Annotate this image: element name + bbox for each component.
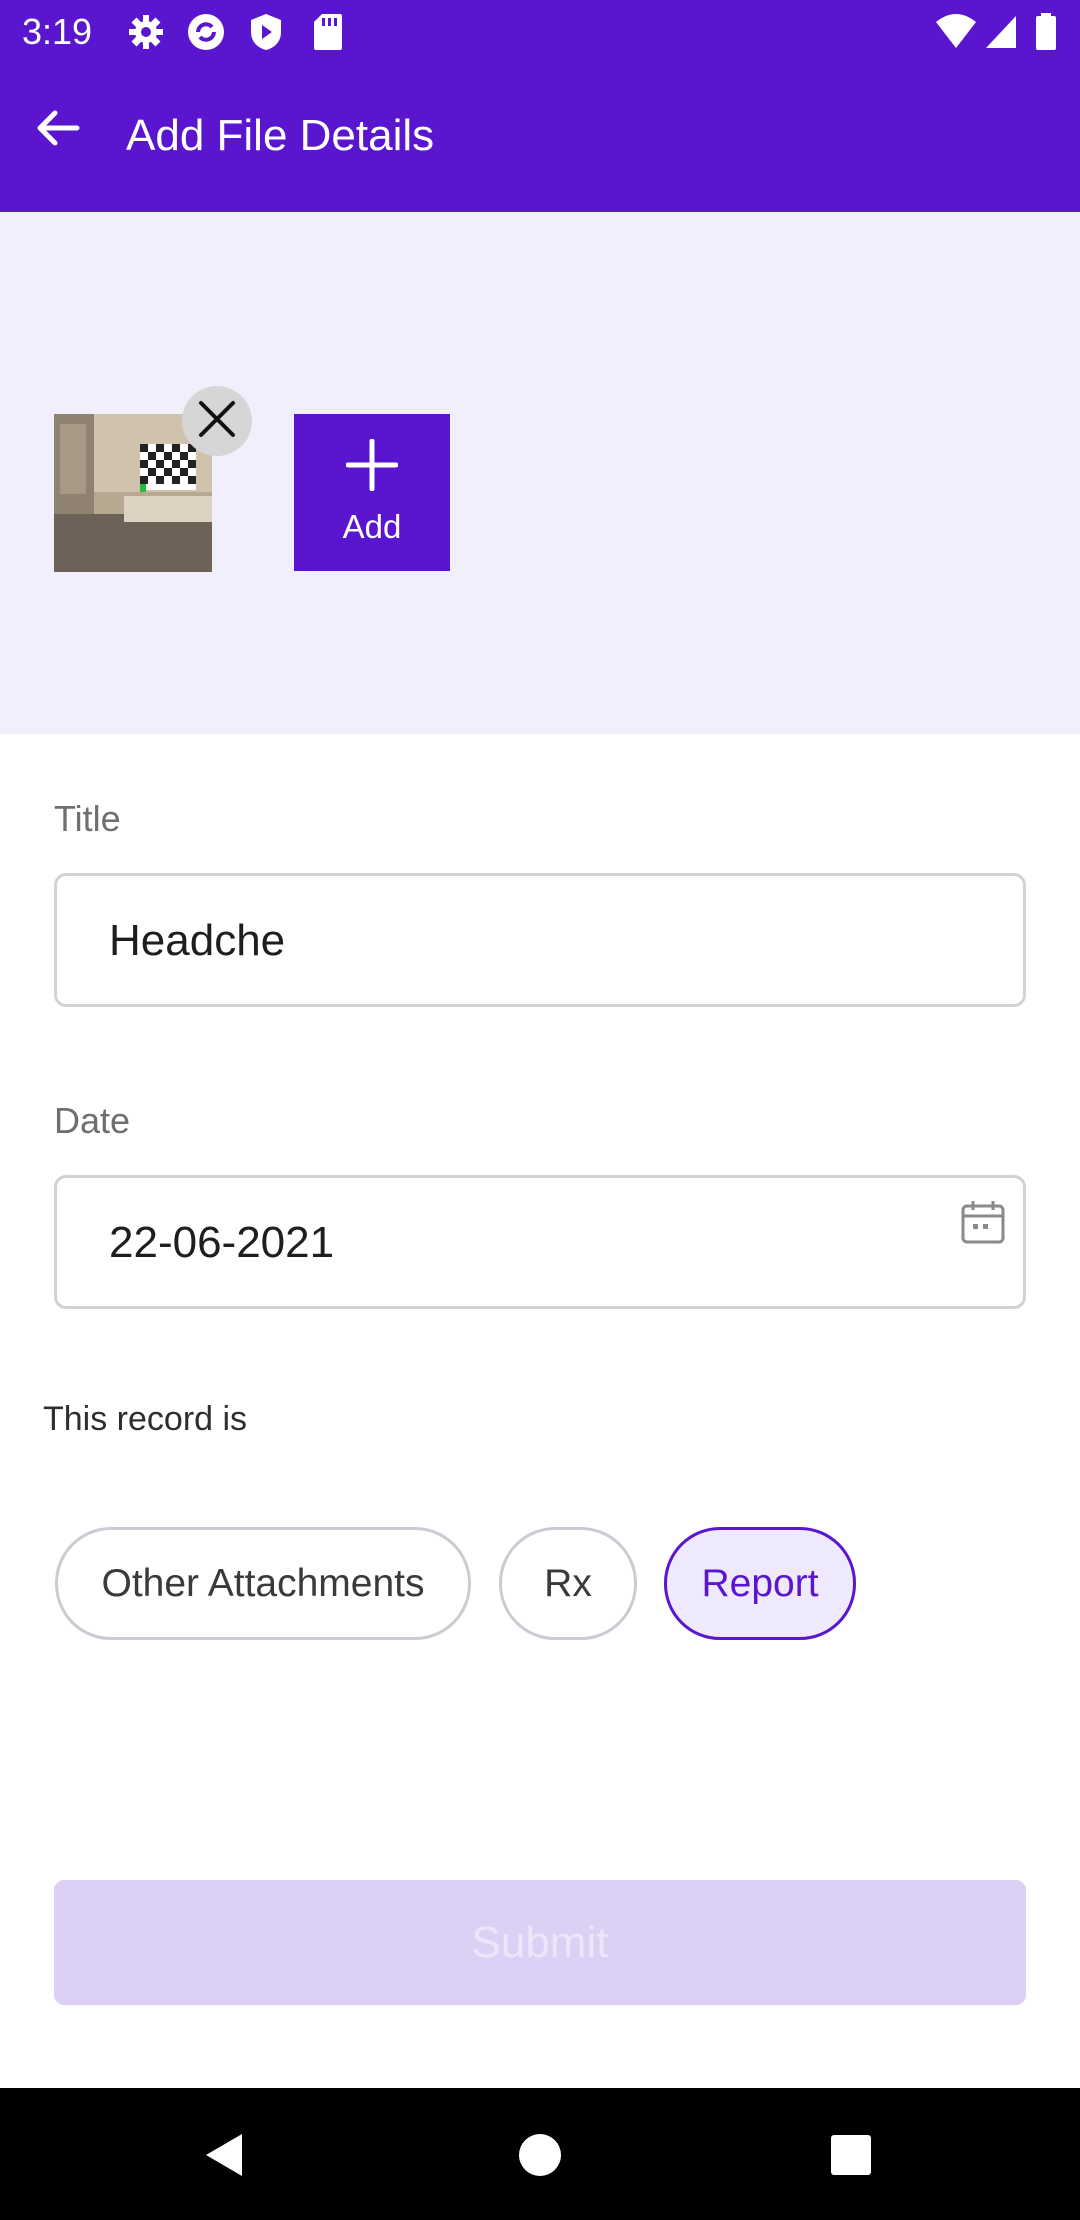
remove-attachment-button[interactable]: [182, 386, 252, 456]
arrow-left-icon: [33, 103, 83, 158]
plus-icon: [345, 438, 399, 496]
chip-report[interactable]: Report: [664, 1527, 856, 1640]
signal-icon: [984, 12, 1018, 57]
home-circle-icon[interactable]: [515, 2130, 565, 2180]
title-field[interactable]: Headche: [54, 873, 1026, 1007]
add-label: Add: [342, 508, 402, 545]
submit-button[interactable]: Submit: [54, 1880, 1026, 2005]
chip-label: Rx: [544, 1561, 592, 1605]
gear-icon: [126, 12, 166, 57]
chip-other-attachments[interactable]: Other Attachments: [55, 1527, 471, 1640]
status-bar: 3:19: [0, 0, 1080, 64]
submit-label: Submit: [471, 1917, 609, 1967]
chip-label: Other Attachments: [101, 1561, 425, 1605]
title-value: Headche: [109, 916, 286, 965]
date-field[interactable]: 22-06-2021: [54, 1175, 1026, 1309]
calendar-icon[interactable]: [959, 1198, 1007, 1251]
recents-square-icon[interactable]: [826, 2130, 876, 2180]
date-label: Date: [54, 1100, 131, 1141]
add-attachment-button[interactable]: Add: [294, 414, 450, 571]
shield-icon: [248, 12, 284, 57]
page-title: Add File Details: [126, 111, 435, 160]
status-time: 3:19: [22, 11, 93, 52]
back-triangle-icon[interactable]: [200, 2130, 250, 2180]
system-nav-bar: [0, 2088, 1080, 2220]
sync-icon: [186, 12, 226, 57]
app-bar: Add File Details: [0, 64, 1080, 212]
sd-card-icon: [312, 12, 344, 57]
title-label: Title: [54, 798, 121, 839]
close-icon: [195, 397, 239, 446]
battery-icon: [1034, 12, 1058, 57]
chip-rx[interactable]: Rx: [499, 1527, 637, 1640]
chip-label: Report: [701, 1561, 819, 1605]
wifi-icon: [934, 12, 978, 57]
record-type-label: This record is: [43, 1400, 248, 1438]
date-value: 22-06-2021: [109, 1218, 335, 1267]
back-button[interactable]: [20, 92, 96, 168]
